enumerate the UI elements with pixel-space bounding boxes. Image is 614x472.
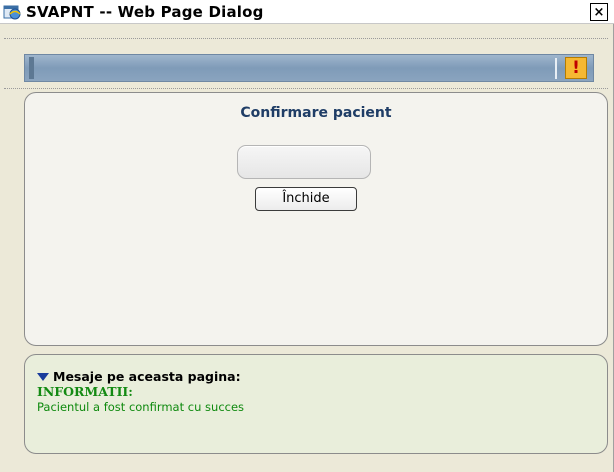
page-title: Confirmare pacient <box>240 105 392 121</box>
header-strip-cap <box>29 57 34 79</box>
divider <box>4 38 608 39</box>
message-text: Pacientul a fost confirmat cu succes <box>37 400 245 414</box>
header-divider <box>555 58 557 79</box>
messages-heading: Mesaje pe aceasta pagina: <box>53 369 241 384</box>
triangle-down-icon <box>37 372 49 381</box>
window-close-button[interactable]: × <box>590 3 608 21</box>
messages-toggle[interactable]: Mesaje pe aceasta pagina: <box>37 369 241 384</box>
messages-panel: Mesaje pe aceasta pagina: INFORMATII: Pa… <box>24 354 608 454</box>
alert-button[interactable]: ! <box>565 57 587 79</box>
confirmation-panel: Confirmare pacient Închide <box>24 92 608 346</box>
window-title: SVAPNT -- Web Page Dialog <box>26 3 264 21</box>
close-icon: × <box>593 4 605 20</box>
message-category: INFORMATII: <box>37 384 133 399</box>
header-strip: ! <box>24 54 594 82</box>
close-button[interactable]: Închide <box>255 187 357 211</box>
exclamation-icon: ! <box>572 57 580 78</box>
title-bar[interactable]: SVAPNT -- Web Page Dialog × <box>0 0 614 24</box>
divider <box>4 88 608 89</box>
ie-globe-icon <box>3 5 21 20</box>
status-display <box>237 145 371 179</box>
dialog-window: SVAPNT -- Web Page Dialog × ! Confirmare… <box>0 0 614 472</box>
